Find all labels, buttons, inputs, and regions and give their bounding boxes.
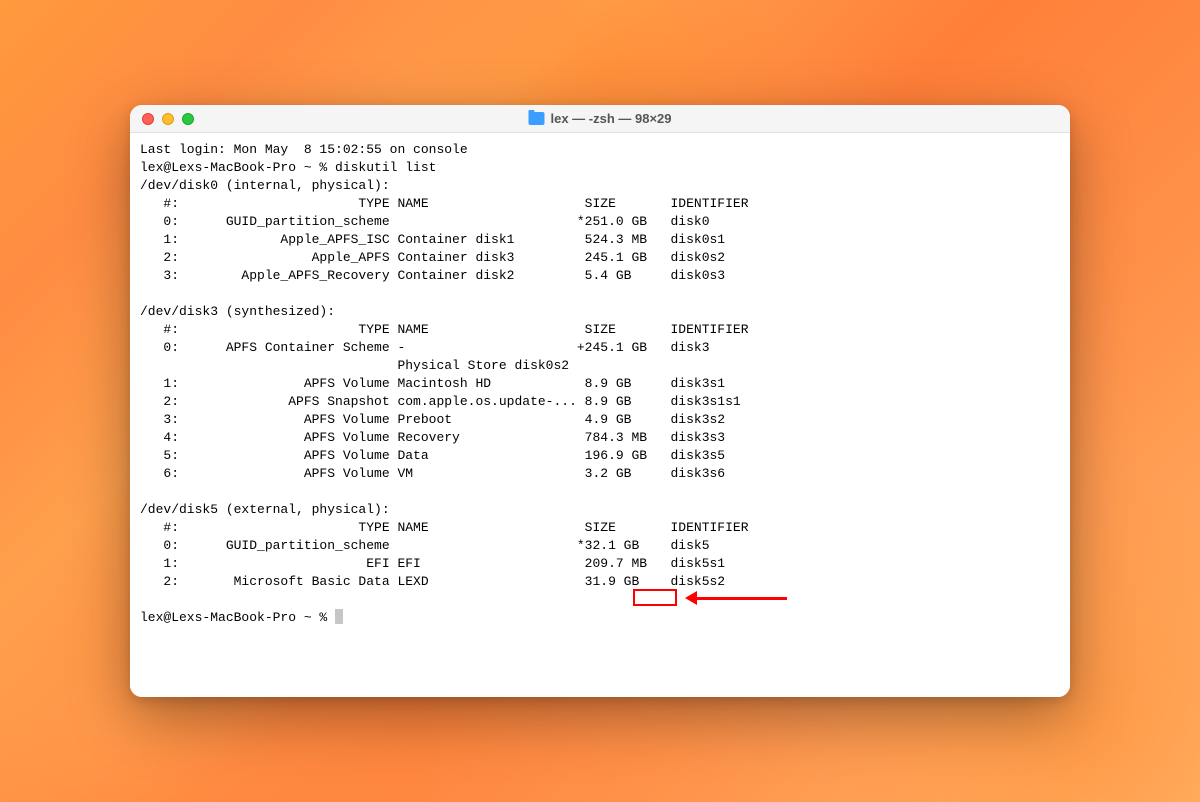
- last-login-line: Last login: Mon May 8 15:02:55 on consol…: [140, 142, 468, 157]
- disk3-row-5: 4: APFS Volume Recovery 784.3 MB disk3s3: [140, 430, 725, 445]
- disk5-header: /dev/disk5 (external, physical):: [140, 502, 390, 517]
- disk0-row-3: 3: Apple_APFS_Recovery Container disk2 5…: [140, 268, 725, 283]
- disk3-row-7: 6: APFS Volume VM 3.2 GB disk3s6: [140, 466, 725, 481]
- disk3-row-1: Physical Store disk0s2: [140, 358, 569, 373]
- arrow-line: [697, 597, 787, 600]
- disk0-row-1: 1: Apple_APFS_ISC Container disk1 524.3 …: [140, 232, 725, 247]
- disk0-col-header: #: TYPE NAME SIZE IDENTIFIER: [140, 196, 749, 211]
- minimize-button[interactable]: [162, 113, 174, 125]
- arrow-head-icon: [685, 591, 697, 605]
- disk5-row-2: 2: Microsoft Basic Data LEXD 31.9 GB dis…: [140, 574, 725, 589]
- disk3-row-2: 1: APFS Volume Macintosh HD 8.9 GB disk3…: [140, 376, 725, 391]
- folder-icon: [528, 112, 544, 125]
- cursor: [335, 609, 343, 624]
- window-titlebar[interactable]: lex — -zsh — 98×29: [130, 105, 1070, 133]
- prompt-line-2: lex@Lexs-MacBook-Pro ~ %: [140, 610, 335, 625]
- disk0-row-0: 0: GUID_partition_scheme *251.0 GB disk0: [140, 214, 710, 229]
- disk5-row-0: 0: GUID_partition_scheme *32.1 GB disk5: [140, 538, 710, 553]
- maximize-button[interactable]: [182, 113, 194, 125]
- disk3-row-3: 2: APFS Snapshot com.apple.os.update-...…: [140, 394, 741, 409]
- prompt-line-1: lex@Lexs-MacBook-Pro ~ % diskutil list: [140, 160, 436, 175]
- disk5-col-header: #: TYPE NAME SIZE IDENTIFIER: [140, 520, 749, 535]
- highlight-annotation: [633, 589, 677, 606]
- disk3-row-6: 5: APFS Volume Data 196.9 GB disk3s5: [140, 448, 725, 463]
- arrow-annotation: [685, 591, 787, 605]
- title-text: lex — -zsh — 98×29: [550, 111, 671, 126]
- window-title: lex — -zsh — 98×29: [528, 111, 671, 126]
- disk3-header: /dev/disk3 (synthesized):: [140, 304, 335, 319]
- terminal-window: lex — -zsh — 98×29 Last login: Mon May 8…: [130, 105, 1070, 697]
- close-button[interactable]: [142, 113, 154, 125]
- disk3-row-0: 0: APFS Container Scheme - +245.1 GB dis…: [140, 340, 710, 355]
- disk0-header: /dev/disk0 (internal, physical):: [140, 178, 390, 193]
- traffic-lights: [142, 113, 194, 125]
- disk3-row-4: 3: APFS Volume Preboot 4.9 GB disk3s2: [140, 412, 725, 427]
- terminal-content[interactable]: Last login: Mon May 8 15:02:55 on consol…: [130, 133, 1070, 697]
- disk0-row-2: 2: Apple_APFS Container disk3 245.1 GB d…: [140, 250, 725, 265]
- disk5-row-1: 1: EFI EFI 209.7 MB disk5s1: [140, 556, 725, 571]
- disk3-col-header: #: TYPE NAME SIZE IDENTIFIER: [140, 322, 749, 337]
